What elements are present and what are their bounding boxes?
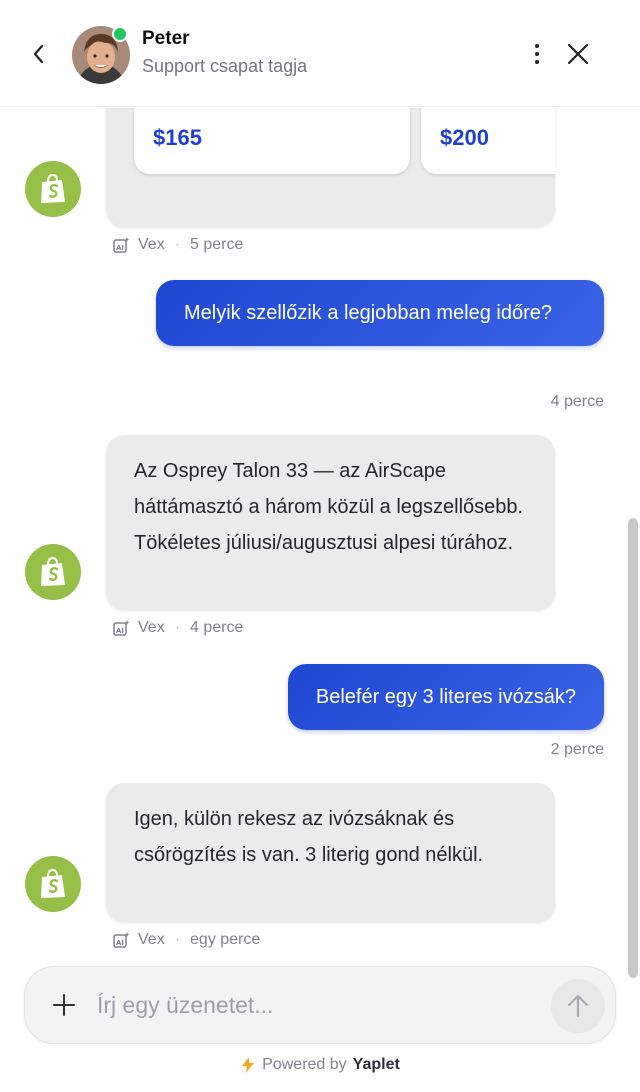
product-card[interactable]: $200 <box>421 108 555 174</box>
message-meta: AI Vex · egy perce <box>112 931 260 949</box>
close-icon <box>567 43 589 65</box>
user-message: Melyik szellőzik a legjobban meleg időre… <box>156 280 604 346</box>
ai-sparkle-icon: AI <box>113 620 130 636</box>
scrollbar-thumb[interactable] <box>628 518 638 978</box>
agent-role: Support csapat tagja <box>142 56 308 76</box>
user-message: Belefér egy 3 literes ivózsák? <box>287 664 604 730</box>
send-button[interactable] <box>551 979 605 1033</box>
dot <box>535 60 539 64</box>
message-meta: AI Vex · 4 perce <box>112 619 243 637</box>
chevron-left-icon <box>33 44 44 64</box>
message-list[interactable]: $165 $200 AI Vex · 5 perce Melyik szellő… <box>0 108 640 958</box>
powered-by-label: Powered by <box>262 1056 347 1073</box>
bot-message: Az Osprey Talon 33 — az AirScape háttáma… <box>106 435 555 609</box>
lightning-icon <box>242 1057 255 1073</box>
separator: · <box>174 931 181 948</box>
svg-text:AI: AI <box>116 939 124 947</box>
close-button[interactable] <box>560 36 596 72</box>
bot-message: Igen, külön rekesz az ivózsáknak és csőr… <box>106 783 555 921</box>
shopify-bag-icon <box>41 173 65 203</box>
product-price: $200 <box>440 125 489 150</box>
brand-name: Yaplet <box>352 1056 400 1073</box>
product-carousel[interactable]: $165 $200 <box>106 108 555 226</box>
svg-text:AI: AI <box>116 244 124 252</box>
agent-avatar-wrap <box>72 26 130 84</box>
more-options-button[interactable] <box>522 38 552 70</box>
message-time: 4 perce <box>550 393 604 410</box>
arrow-up-icon <box>567 994 589 1018</box>
online-status-dot <box>112 26 128 42</box>
shopify-bag-icon <box>41 868 65 898</box>
svg-text:AI: AI <box>116 627 124 635</box>
separator: · <box>174 236 181 253</box>
message-time: 4 perce <box>190 619 244 636</box>
ai-sparkle-icon: AI <box>113 237 130 253</box>
add-attachment-button[interactable] <box>49 990 79 1020</box>
chat-header: Peter Support csapat tagja <box>0 0 640 107</box>
sender-name: Vex <box>138 931 165 948</box>
ai-sparkle-icon: AI <box>113 932 130 948</box>
back-button[interactable] <box>22 38 54 70</box>
bot-avatar <box>25 856 81 912</box>
message-time: 2 perce <box>550 741 604 758</box>
shopify-bag-icon <box>41 556 65 586</box>
bot-avatar <box>25 161 81 217</box>
sender-name: Vex <box>138 236 165 253</box>
message-meta: AI Vex · 5 perce <box>112 236 243 254</box>
message-input[interactable] <box>97 985 537 1025</box>
separator: · <box>174 619 181 636</box>
message-composer <box>24 966 616 1044</box>
product-price: $165 <box>153 125 202 150</box>
product-card[interactable]: $165 <box>134 108 410 174</box>
powered-by[interactable]: Powered by Yaplet <box>0 1056 640 1074</box>
sender-name: Vex <box>138 619 165 636</box>
message-time: 5 perce <box>190 236 244 253</box>
message-time: egy perce <box>190 931 261 948</box>
dot <box>535 44 539 48</box>
bot-avatar <box>25 544 81 600</box>
dot <box>535 52 539 56</box>
agent-name: Peter <box>142 28 190 49</box>
plus-icon <box>53 994 75 1016</box>
